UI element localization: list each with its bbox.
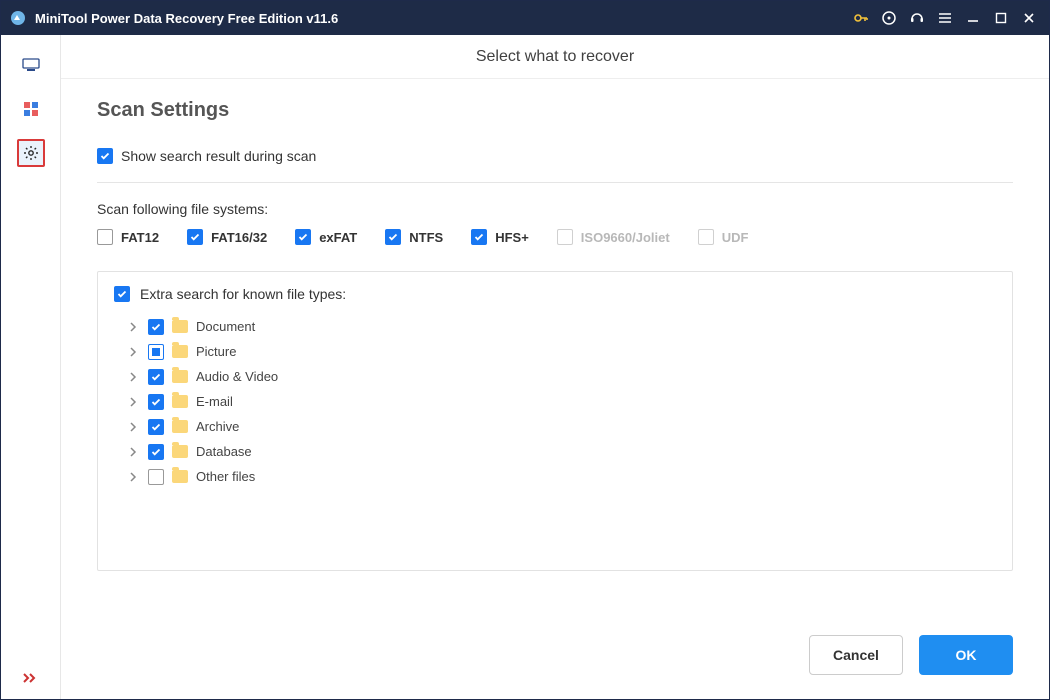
show-result-checkbox[interactable]: Show search result during scan bbox=[97, 148, 316, 164]
folder-icon bbox=[172, 345, 188, 358]
tree-row: Archive bbox=[128, 414, 996, 439]
fs-checkbox-fat12[interactable]: FAT12 bbox=[97, 229, 159, 245]
divider bbox=[97, 182, 1013, 183]
maximize-button[interactable] bbox=[987, 4, 1015, 32]
cancel-button[interactable]: Cancel bbox=[809, 635, 903, 675]
titlebar: MiniTool Power Data Recovery Free Editio… bbox=[1, 1, 1049, 35]
page-header: Select what to recover bbox=[61, 35, 1049, 79]
rail-expand-icon[interactable] bbox=[22, 671, 40, 685]
tree-checkbox[interactable] bbox=[148, 394, 164, 410]
tree-row: Other files bbox=[128, 464, 996, 489]
tree-label: Audio & Video bbox=[196, 369, 278, 384]
chevron-right-icon[interactable] bbox=[128, 472, 140, 482]
fs-checkbox-exfat[interactable]: exFAT bbox=[295, 229, 357, 245]
chevron-right-icon[interactable] bbox=[128, 372, 140, 382]
tree-row: Audio & Video bbox=[128, 364, 996, 389]
extra-search-checkbox[interactable] bbox=[114, 286, 130, 302]
fs-label-fat12: FAT12 bbox=[121, 230, 159, 245]
rail-disk-icon[interactable] bbox=[17, 95, 45, 123]
menu-icon[interactable] bbox=[931, 4, 959, 32]
ok-button[interactable]: OK bbox=[919, 635, 1013, 675]
tree-label: Document bbox=[196, 319, 255, 334]
fs-checkbox-ntfs[interactable]: NTFS bbox=[385, 229, 443, 245]
chevron-right-icon[interactable] bbox=[128, 322, 140, 332]
fs-label-hfs: HFS+ bbox=[495, 230, 529, 245]
close-button[interactable] bbox=[1015, 4, 1043, 32]
support-headset-icon[interactable] bbox=[903, 4, 931, 32]
chevron-right-icon[interactable] bbox=[128, 347, 140, 357]
fs-label-iso: ISO9660/Joliet bbox=[581, 230, 670, 245]
footer-buttons: Cancel OK bbox=[61, 615, 1049, 699]
tree-checkbox[interactable] bbox=[148, 444, 164, 460]
chevron-right-icon[interactable] bbox=[128, 422, 140, 432]
tree-checkbox[interactable] bbox=[148, 419, 164, 435]
folder-icon bbox=[172, 470, 188, 483]
show-result-label: Show search result during scan bbox=[121, 148, 316, 164]
tree-label: Database bbox=[196, 444, 252, 459]
tree-row: Picture bbox=[128, 339, 996, 364]
filesystems-row: FAT12 FAT16/32 exFAT NTFS HFS+ ISO9660/Joliet… bbox=[97, 229, 1013, 251]
upgrade-key-icon[interactable] bbox=[847, 4, 875, 32]
tree-checkbox[interactable] bbox=[148, 344, 164, 360]
tree-label: Other files bbox=[196, 469, 255, 484]
rail-computer-icon[interactable] bbox=[17, 51, 45, 79]
fs-checkbox-fat1632[interactable]: FAT16/32 bbox=[187, 229, 267, 245]
folder-icon bbox=[172, 395, 188, 408]
rail-settings-icon[interactable] bbox=[17, 139, 45, 167]
tree-checkbox[interactable] bbox=[148, 319, 164, 335]
filesystems-label: Scan following file systems: bbox=[97, 201, 1013, 217]
fs-label-ntfs: NTFS bbox=[409, 230, 443, 245]
fs-label-fat1632: FAT16/32 bbox=[211, 230, 267, 245]
app-title: MiniTool Power Data Recovery Free Editio… bbox=[35, 11, 338, 26]
tree-checkbox[interactable] bbox=[148, 469, 164, 485]
folder-icon bbox=[172, 320, 188, 333]
folder-icon bbox=[172, 370, 188, 383]
tree-label: Archive bbox=[196, 419, 239, 434]
tree-row: Database bbox=[128, 439, 996, 464]
chevron-right-icon[interactable] bbox=[128, 447, 140, 457]
tree-checkbox[interactable] bbox=[148, 369, 164, 385]
fs-label-udf: UDF bbox=[722, 230, 749, 245]
tree-label: Picture bbox=[196, 344, 236, 359]
fs-checkbox-iso: ISO9660/Joliet bbox=[557, 229, 670, 245]
folder-icon bbox=[172, 445, 188, 458]
extra-search-box: Extra search for known file types: Docum… bbox=[97, 271, 1013, 571]
tree-label: E-mail bbox=[196, 394, 233, 409]
fs-checkbox-hfs[interactable]: HFS+ bbox=[471, 229, 529, 245]
tree-row: Document bbox=[128, 314, 996, 339]
minimize-button[interactable] bbox=[959, 4, 987, 32]
disc-icon[interactable] bbox=[875, 4, 903, 32]
file-type-tree: Document Picture Audio & Video E-mail Archiv… bbox=[114, 314, 996, 489]
side-rail bbox=[1, 35, 61, 699]
folder-icon bbox=[172, 420, 188, 433]
chevron-right-icon[interactable] bbox=[128, 397, 140, 407]
fs-checkbox-udf: UDF bbox=[698, 229, 749, 245]
extra-search-label: Extra search for known file types: bbox=[140, 286, 346, 302]
section-title: Scan Settings bbox=[97, 99, 1013, 122]
app-icon bbox=[9, 9, 27, 27]
tree-row: E-mail bbox=[128, 389, 996, 414]
fs-label-exfat: exFAT bbox=[319, 230, 357, 245]
